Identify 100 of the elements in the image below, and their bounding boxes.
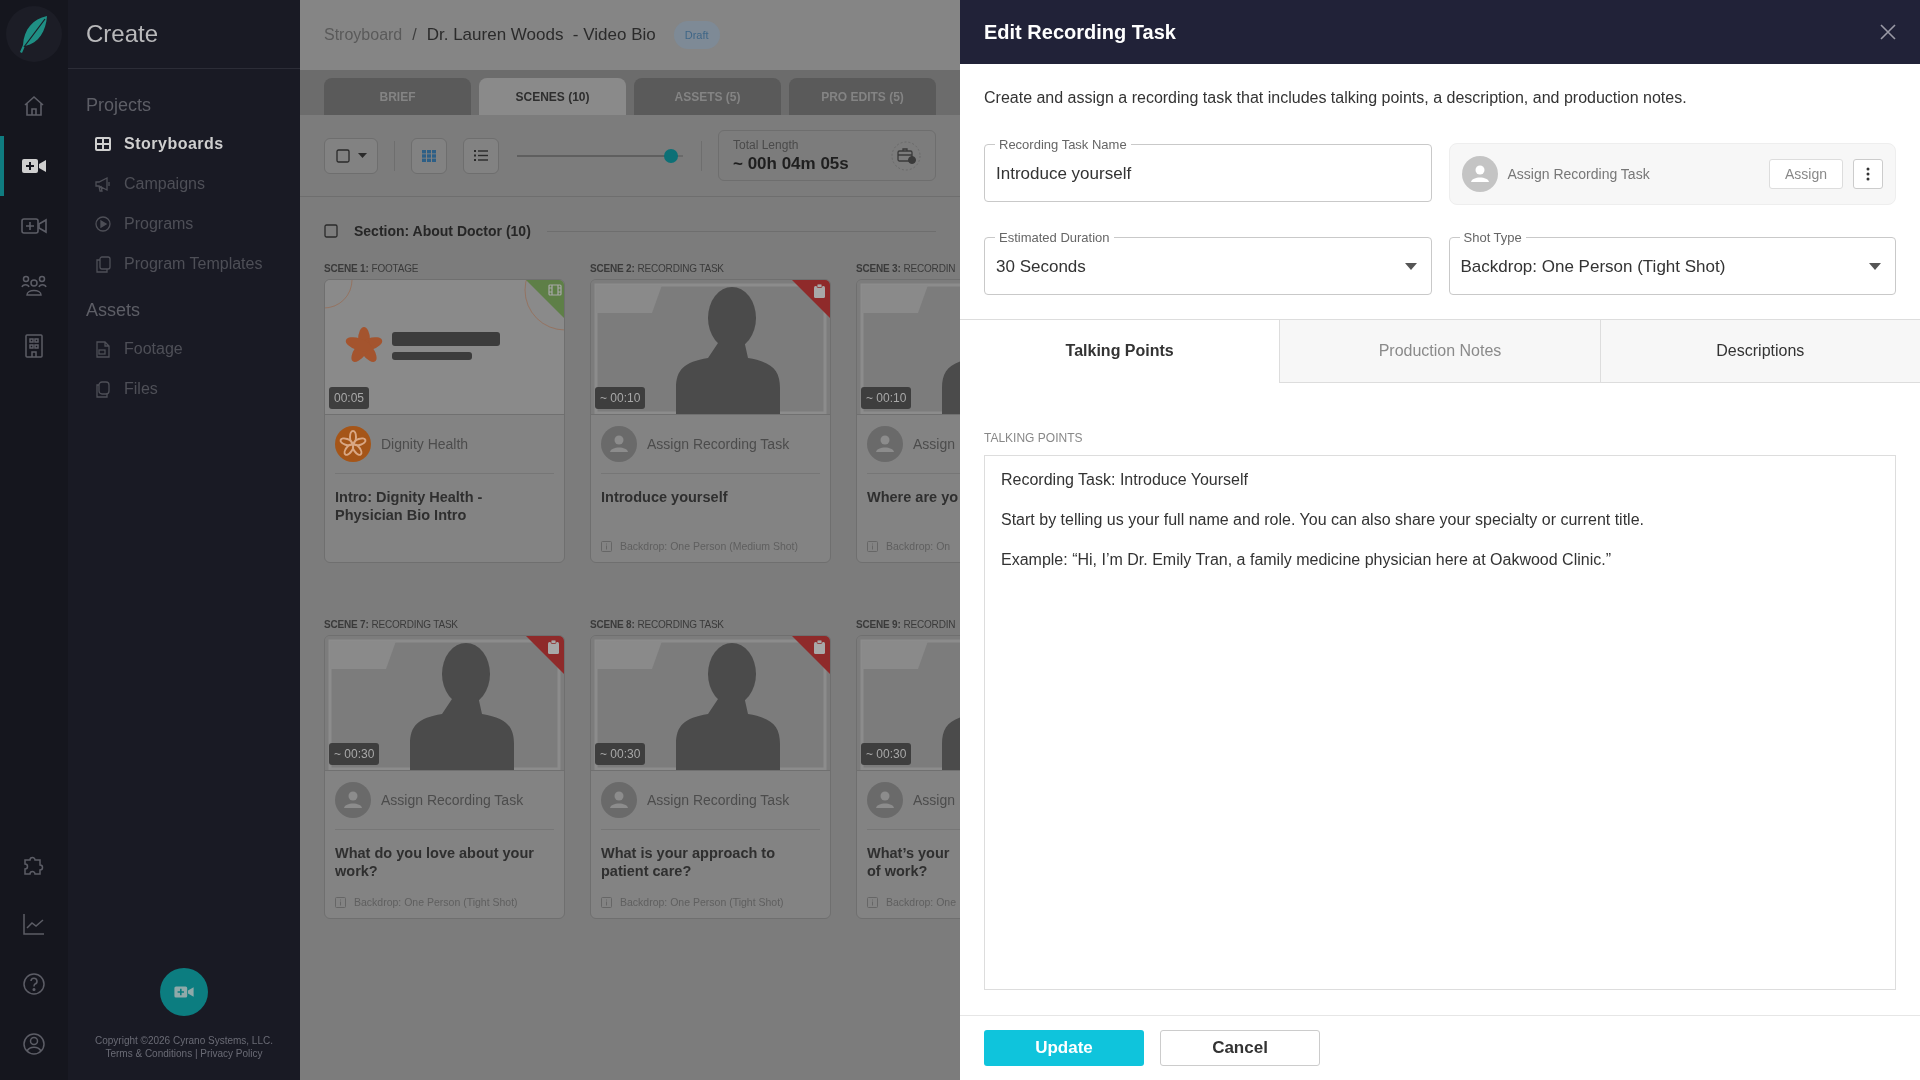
list-view-button[interactable] xyxy=(463,137,499,174)
more-icon xyxy=(1866,167,1870,181)
field-label: Shot Type xyxy=(1462,230,1523,245)
briefcase-clock-icon xyxy=(891,140,921,171)
terms-link[interactable]: Terms & Conditions xyxy=(105,1048,193,1059)
scene-title: Introduce yourself xyxy=(601,488,729,506)
video-camera-plus-icon xyxy=(21,216,47,236)
text-field[interactable]: Recording Task Name Introduce yourself xyxy=(984,137,1432,202)
list-icon xyxy=(474,149,488,162)
select-dropdown[interactable] xyxy=(324,137,378,174)
copyright-text: Copyright ©2026 Cyrano Systems, LLC. xyxy=(94,1034,274,1047)
nav-item[interactable]: Storyboards xyxy=(86,124,286,164)
breadcrumb-separator: / xyxy=(412,26,417,44)
more-button[interactable] xyxy=(1853,159,1883,189)
megaphone-icon xyxy=(94,176,112,192)
scene-label: SCENE 9: RECORDIN xyxy=(856,619,957,632)
assign-label: Assign Recording Task xyxy=(1507,166,1651,182)
scene-label: SCENE 7: RECORDING TASK xyxy=(324,619,459,632)
copy-icon xyxy=(94,255,112,273)
section-title: Section: About Doctor (10) xyxy=(354,223,531,239)
privacy-link[interactable]: Privacy Policy xyxy=(200,1048,263,1059)
building-icon xyxy=(24,334,44,358)
scene-label: SCENE 1: FOOTAGE xyxy=(324,263,420,276)
panel-description: Create and assign a recording task that includes talking points, a description, and production notes. xyxy=(984,88,1688,108)
duration-badge: ~ 00:30 xyxy=(861,743,912,765)
info-icon xyxy=(601,540,612,552)
checkbox[interactable] xyxy=(335,148,350,163)
logo-avatar xyxy=(335,426,371,462)
checkbox[interactable] xyxy=(324,224,338,238)
grid-icon xyxy=(422,149,436,162)
tab[interactable]: Descriptions xyxy=(1599,320,1920,383)
info-icon xyxy=(601,896,612,908)
people-icon xyxy=(21,275,47,297)
app-title: Create xyxy=(86,20,159,48)
separator: | xyxy=(194,1048,198,1059)
grid-view-button[interactable] xyxy=(411,137,447,174)
scene-title: What is your approach to patient care? xyxy=(601,844,776,880)
grid-icon xyxy=(94,137,112,151)
avatar-icon xyxy=(1461,156,1498,192)
duration-badge: ~ 00:10 xyxy=(595,387,646,409)
nav-heading: Assets xyxy=(86,300,142,321)
cancel-button[interactable]: Cancel xyxy=(1160,1030,1320,1066)
duration-badge: ~ 00:10 xyxy=(861,387,912,409)
caret-icon xyxy=(357,153,367,158)
play-icon xyxy=(94,216,112,232)
talking-point-text: Recording Task: Introduce Yourself xyxy=(1001,470,1249,490)
avatar-icon xyxy=(867,782,903,818)
talking-points-field[interactable] xyxy=(984,455,1896,990)
scene-label: SCENE 2: RECORDING TASK xyxy=(590,263,725,276)
field-label: Recording Task Name xyxy=(998,137,1128,152)
talking-point-text: Start by telling us your full name and role. You can also share your specialty or current title. xyxy=(1001,510,1645,530)
slider-thumb[interactable] xyxy=(664,148,679,163)
scene-title: Where are yo xyxy=(867,488,960,506)
feather-icon xyxy=(19,15,49,53)
avatar-icon xyxy=(601,782,637,818)
talking-point-text: Example: “Hi, I’m Dr. Emily Tran, a family medicine physician here at Oakwood Clinic.” xyxy=(1001,550,1612,570)
avatar-icon xyxy=(601,426,637,462)
caret-icon xyxy=(1404,263,1417,270)
select-field[interactable]: Estimated Duration 30 Seconds xyxy=(984,230,1432,295)
info-icon xyxy=(867,540,878,552)
scene-label: SCENE 3: RECORDIN xyxy=(856,263,957,276)
assign-button[interactable]: Assign xyxy=(1768,159,1843,189)
home-icon xyxy=(22,94,46,118)
close-icon xyxy=(1880,24,1896,40)
update-button[interactable]: Update xyxy=(984,1030,1144,1066)
duration-badge: ~ 00:30 xyxy=(595,743,646,765)
scene-title: What’s your of work? xyxy=(867,844,951,880)
new-video-button[interactable] xyxy=(160,968,208,1016)
zoom-slider[interactable] xyxy=(517,148,683,163)
account-icon xyxy=(22,1032,46,1056)
line-chart-icon xyxy=(22,912,46,936)
duration-badge: ~ 00:30 xyxy=(329,743,380,765)
video-camera-plus-icon xyxy=(21,156,47,176)
avatar-icon xyxy=(867,426,903,462)
total-length-value: ~ 00h 04m 05s xyxy=(733,153,849,174)
clipboard-icon xyxy=(814,640,825,654)
duration-badge: 00:05 xyxy=(329,387,370,409)
close-button[interactable] xyxy=(1880,24,1896,40)
help-icon xyxy=(22,972,46,996)
nav-heading: Projects xyxy=(86,95,153,116)
select-field[interactable]: Shot Type Backdrop: One Person (Tight Shot) xyxy=(1448,230,1896,295)
video-camera-plus-icon xyxy=(173,984,195,1000)
tab[interactable]: SCENES (10) xyxy=(479,78,626,115)
breadcrumb-current: Dr. Lauren Woods - Video Bio xyxy=(426,25,656,45)
film-icon xyxy=(548,284,562,296)
info-icon xyxy=(867,896,878,908)
scene-label: SCENE 8: RECORDING TASK xyxy=(590,619,725,632)
files-icon xyxy=(94,380,112,398)
clipboard-icon xyxy=(814,284,825,298)
status-badge: Draft xyxy=(673,21,720,49)
file-icon xyxy=(94,340,112,358)
panel-title: Edit Recording Task xyxy=(984,20,1176,44)
info-icon xyxy=(335,896,346,908)
clipboard-icon xyxy=(548,640,559,654)
caret-icon xyxy=(1869,263,1881,270)
scene-title: Intro: Dignity Health - Physician Bio Intro xyxy=(335,488,484,524)
field-label: Estimated Duration xyxy=(998,230,1111,245)
avatar-icon xyxy=(335,782,371,818)
section-label: TALKING POINTS xyxy=(984,431,1084,445)
scene-title: What do you love about your work? xyxy=(335,844,535,880)
